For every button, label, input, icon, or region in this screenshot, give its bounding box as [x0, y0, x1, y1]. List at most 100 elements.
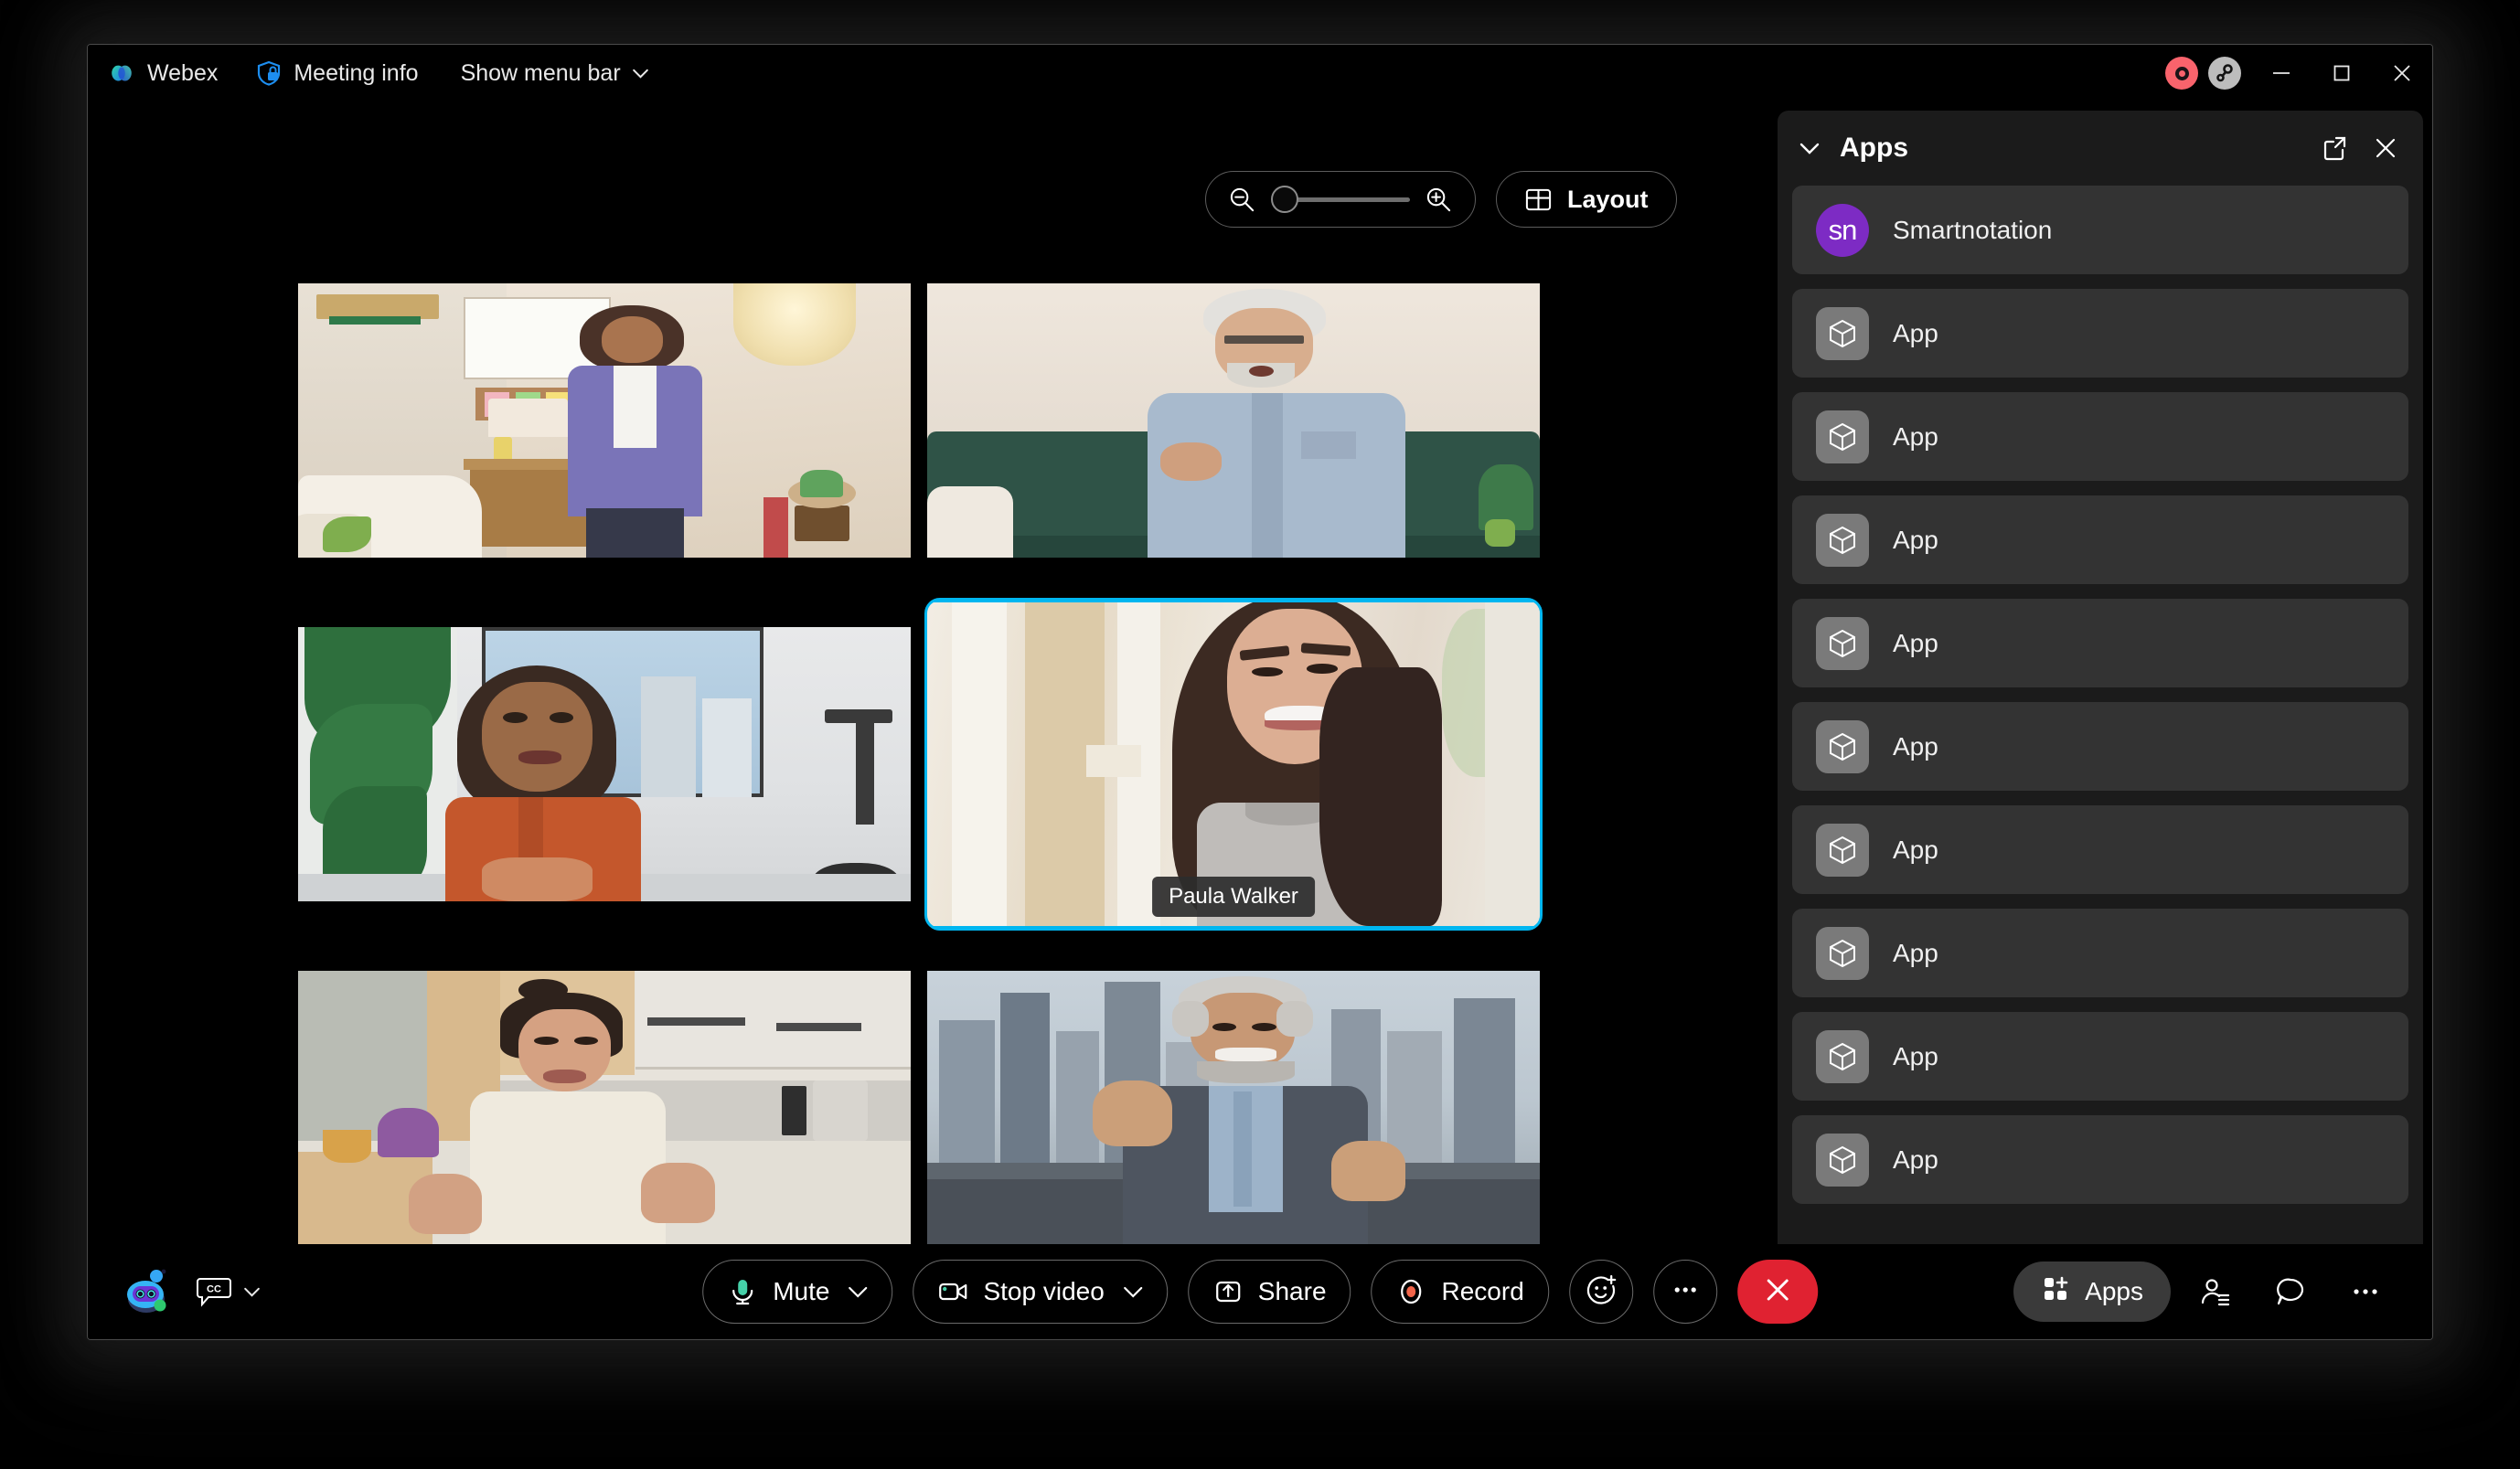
- shield-lock-icon: [256, 60, 282, 86]
- participant-tile[interactable]: [298, 257, 911, 584]
- webex-meeting-window: Webex Meeting info Show menu bar Layout …: [87, 44, 2433, 1340]
- grid-layout-icon: [1524, 186, 1553, 214]
- participant-tile[interactable]: [298, 944, 911, 1272]
- closed-captions-button[interactable]: CC: [196, 1276, 261, 1307]
- layout-label: Layout: [1567, 185, 1649, 213]
- box-icon: [1816, 513, 1869, 567]
- box-icon: [1816, 823, 1869, 877]
- app-list-item[interactable]: App: [1792, 599, 2408, 687]
- participant-name-label: Paula Walker: [1152, 877, 1315, 917]
- chat-bubble-icon: [2274, 1275, 2307, 1308]
- apps-panel-actions: [2321, 134, 2399, 162]
- close-panel-icon[interactable]: [2372, 134, 2399, 162]
- app-list-item[interactable]: sn Smartnotation: [1792, 186, 2408, 274]
- apps-grid-icon: [2041, 1274, 2070, 1310]
- chevron-down-icon[interactable]: [243, 1287, 261, 1297]
- mute-label: Mute: [773, 1277, 830, 1305]
- zoom-in-icon[interactable]: [1425, 186, 1453, 214]
- stop-video-label: Stop video: [983, 1277, 1105, 1305]
- title-bar: Webex Meeting info Show menu bar: [88, 45, 2432, 101]
- participant-video: [298, 627, 911, 901]
- participant-tile-active-speaker[interactable]: Paula Walker: [924, 598, 1543, 931]
- app-name-label: Webex: [147, 59, 219, 86]
- apps-list[interactable]: sn Smartnotation App App App App App App…: [1778, 186, 2423, 1281]
- app-list-item-label: App: [1893, 938, 1938, 967]
- close-button[interactable]: [2372, 45, 2432, 101]
- app-list-item-label: App: [1893, 628, 1938, 657]
- recording-status-icon[interactable]: [2165, 57, 2198, 90]
- more-options-button[interactable]: [1652, 1260, 1717, 1324]
- app-list-item[interactable]: App: [1792, 1115, 2408, 1204]
- app-list-item-label: App: [1893, 318, 1938, 347]
- box-icon: [1816, 306, 1869, 360]
- meeting-info-label: Meeting info: [294, 59, 419, 86]
- share-label: Share: [1257, 1277, 1327, 1305]
- record-icon: [1396, 1276, 1427, 1307]
- ai-assistant-icon[interactable]: [123, 1266, 174, 1317]
- stage-controls: Layout: [1205, 171, 1677, 228]
- app-list-item-label: Smartnotation: [1893, 215, 2053, 244]
- participant-tile[interactable]: [298, 601, 911, 928]
- box-icon: [1816, 1029, 1869, 1083]
- stop-video-button[interactable]: Stop video: [913, 1260, 1168, 1324]
- popout-icon[interactable]: [2321, 134, 2348, 162]
- ellipsis-icon: [1669, 1273, 1702, 1311]
- zoom-control[interactable]: [1205, 171, 1476, 228]
- apps-panel-toggle-button[interactable]: Apps: [2013, 1261, 2171, 1322]
- zoom-slider[interactable]: [1271, 186, 1410, 214]
- app-list-item[interactable]: App: [1792, 702, 2408, 791]
- chevron-down-icon[interactable]: [1119, 1286, 1143, 1298]
- close-icon: [1761, 1273, 1794, 1311]
- maximize-button[interactable]: [2312, 45, 2372, 101]
- chevron-down-icon: [632, 69, 649, 79]
- participant-tile[interactable]: [927, 257, 1540, 584]
- leave-meeting-button[interactable]: [1736, 1260, 1818, 1324]
- share-button[interactable]: Share: [1187, 1260, 1351, 1324]
- app-list-item-label: App: [1893, 525, 1938, 554]
- participant-tile[interactable]: [927, 944, 1540, 1272]
- minimize-button[interactable]: [2251, 45, 2312, 101]
- mute-button[interactable]: Mute: [702, 1260, 893, 1324]
- app-list-item-label: App: [1893, 835, 1938, 864]
- video-stage: Layout Paula Walker: [88, 101, 1761, 1281]
- record-button[interactable]: Record: [1371, 1260, 1549, 1324]
- more-button[interactable]: [2335, 1261, 2396, 1322]
- app-list-item-label: App: [1893, 1144, 1938, 1174]
- app-list-item[interactable]: App: [1792, 495, 2408, 584]
- closed-captions-icon: CC: [196, 1276, 232, 1307]
- svg-text:CC: CC: [207, 1284, 221, 1295]
- panel-collapse-chevron-icon[interactable]: [1794, 133, 1825, 164]
- chat-button[interactable]: [2260, 1261, 2321, 1322]
- apps-panel-header: Apps: [1778, 111, 2423, 186]
- control-bar-center: Mute Stop video Share Record: [702, 1260, 1818, 1324]
- app-list-item[interactable]: App: [1792, 805, 2408, 894]
- app-branding: Webex: [88, 45, 218, 101]
- app-list-item[interactable]: App: [1792, 1012, 2408, 1101]
- microphone-icon: [727, 1276, 758, 1307]
- participant-video: [927, 283, 1540, 558]
- box-icon: [1816, 926, 1869, 980]
- participants-button[interactable]: [2185, 1261, 2246, 1322]
- zoom-out-icon[interactable]: [1228, 186, 1256, 214]
- connection-status-icon[interactable]: [2208, 57, 2241, 90]
- apps-panel-title: Apps: [1840, 133, 1908, 163]
- app-list-item-label: App: [1893, 731, 1938, 761]
- box-icon: [1816, 616, 1869, 670]
- record-label: Record: [1441, 1277, 1524, 1305]
- app-list-item[interactable]: App: [1792, 392, 2408, 481]
- zoom-slider-track: [1284, 197, 1410, 202]
- app-list-item-label: App: [1893, 421, 1938, 451]
- layout-button[interactable]: Layout: [1496, 171, 1677, 228]
- share-screen-icon: [1212, 1276, 1244, 1307]
- meeting-control-bar: CC Mute Stop video Share Record Apps: [88, 1244, 2432, 1339]
- app-list-item[interactable]: App: [1792, 909, 2408, 997]
- control-bar-left: CC: [88, 1266, 261, 1317]
- meeting-info-button[interactable]: Meeting info: [218, 45, 419, 101]
- reactions-button[interactable]: [1568, 1260, 1633, 1324]
- show-menu-bar-button[interactable]: Show menu bar: [461, 60, 649, 87]
- zoom-slider-handle[interactable]: [1271, 186, 1298, 213]
- app-list-item[interactable]: App: [1792, 289, 2408, 378]
- apps-toggle-label: Apps: [2085, 1277, 2143, 1305]
- chevron-down-icon[interactable]: [844, 1286, 868, 1298]
- show-menu-bar-label: Show menu bar: [460, 59, 621, 86]
